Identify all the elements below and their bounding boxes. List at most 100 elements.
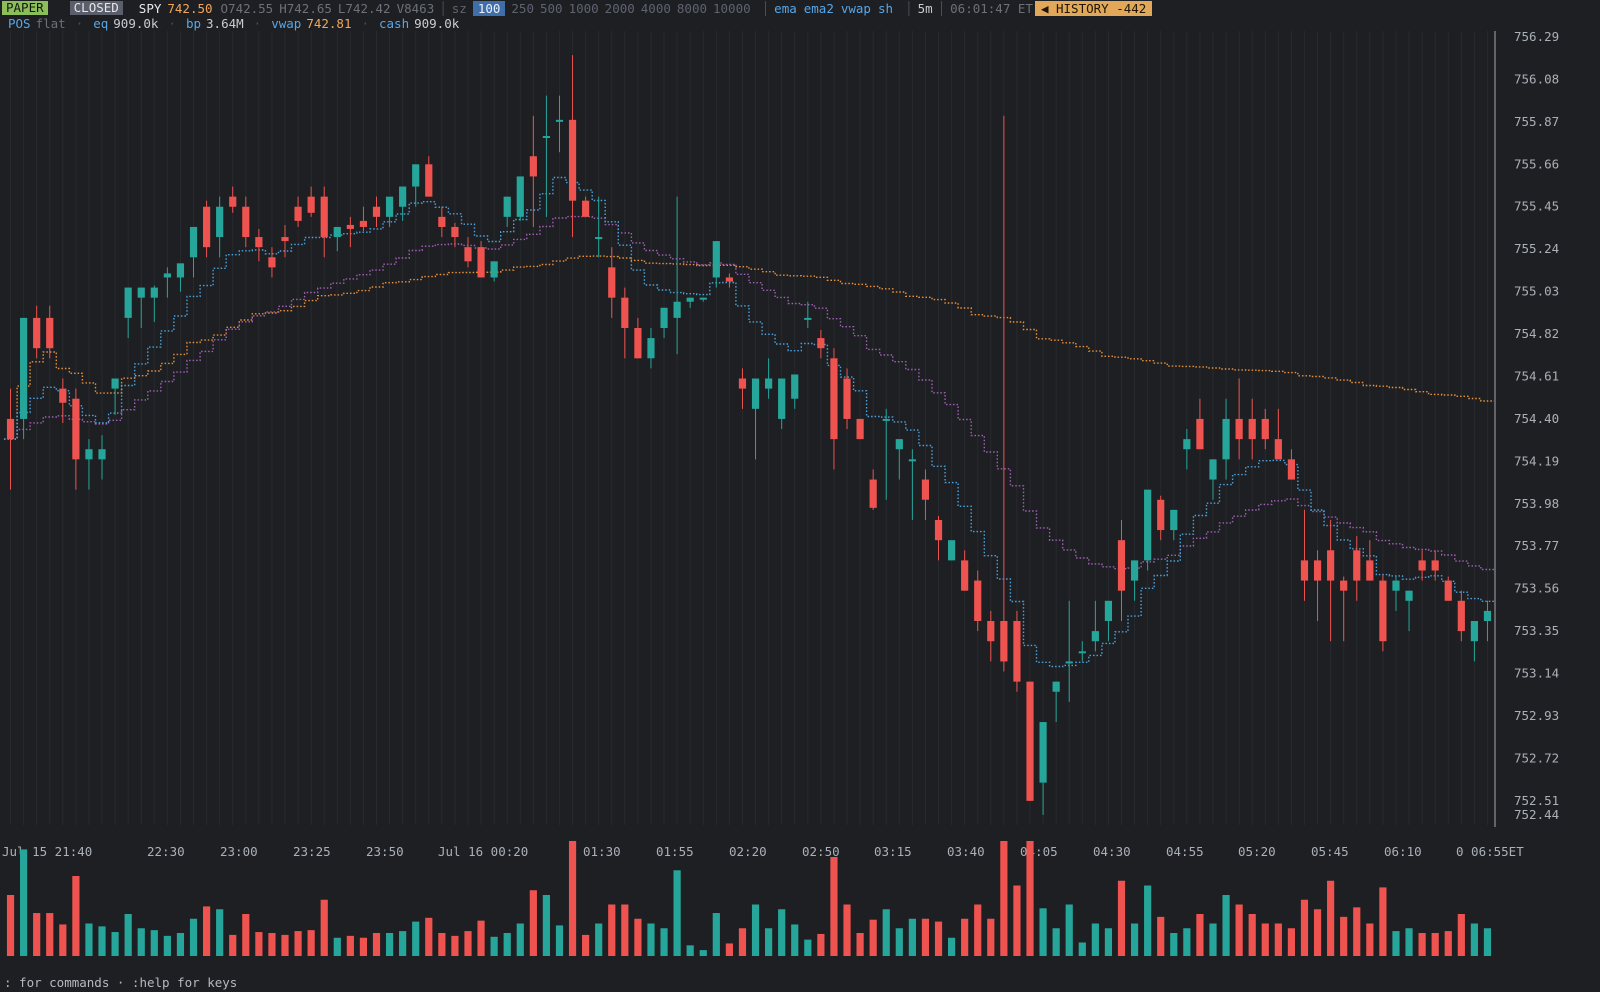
candle[interactable] — [1366, 540, 1374, 581]
timeframe-selector[interactable]: 5m — [918, 1, 933, 16]
candle[interactable] — [974, 570, 982, 632]
candle[interactable] — [738, 368, 747, 409]
candle[interactable] — [346, 216, 354, 248]
candle[interactable] — [1274, 408, 1282, 460]
candle[interactable] — [1483, 600, 1492, 642]
candle[interactable] — [1078, 641, 1086, 662]
candle[interactable] — [804, 301, 812, 328]
candle[interactable] — [516, 176, 524, 221]
candle[interactable] — [1470, 621, 1478, 662]
candle[interactable] — [425, 156, 433, 197]
candle[interactable] — [869, 469, 877, 510]
candle[interactable] — [72, 388, 80, 490]
candle[interactable] — [1235, 378, 1243, 460]
candle[interactable] — [712, 241, 720, 288]
candle[interactable] — [255, 228, 263, 262]
candle[interactable] — [934, 515, 943, 561]
indicator-toggle-sh[interactable]: sh — [878, 1, 893, 16]
candle[interactable] — [1000, 115, 1008, 672]
candle[interactable] — [1091, 600, 1099, 652]
candle[interactable] — [673, 196, 681, 355]
candle[interactable] — [725, 273, 733, 288]
candle[interactable] — [660, 307, 668, 339]
size-option-10000[interactable]: 10000 — [713, 1, 751, 16]
candle[interactable] — [6, 388, 15, 490]
candle[interactable] — [1444, 576, 1452, 601]
candle[interactable] — [163, 267, 171, 298]
price-chart[interactable]: 756.29 756.08 755.87 755.66 755.45 755.24 755.… — [0, 31, 1600, 975]
size-option-250[interactable]: 250 — [511, 1, 534, 16]
candle[interactable] — [333, 226, 341, 252]
candle[interactable] — [359, 206, 368, 231]
candle[interactable] — [1026, 681, 1034, 801]
candle[interactable] — [1039, 722, 1047, 815]
candle[interactable] — [399, 186, 407, 221]
candle[interactable] — [1052, 681, 1060, 723]
candle[interactable] — [1353, 536, 1361, 601]
candle[interactable] — [921, 469, 930, 520]
candle[interactable] — [608, 247, 616, 318]
candle[interactable] — [464, 237, 472, 268]
candle[interactable] — [451, 222, 459, 248]
candle[interactable] — [568, 55, 577, 238]
candle[interactable] — [1248, 398, 1256, 460]
candle[interactable] — [1300, 509, 1309, 601]
candle[interactable] — [150, 285, 158, 322]
history-badge[interactable]: ◀ HISTORY -442 — [1034, 0, 1153, 16]
candle[interactable] — [242, 196, 250, 248]
candle[interactable] — [294, 196, 302, 227]
indicator-toggle-ema[interactable]: ema — [774, 1, 797, 16]
candle[interactable] — [699, 297, 707, 302]
size-option-500[interactable]: 500 — [540, 1, 563, 16]
size-option-2000[interactable]: 2000 — [605, 1, 635, 16]
candle[interactable] — [1170, 509, 1178, 541]
candle[interactable] — [1392, 576, 1400, 611]
candle[interactable] — [1065, 600, 1073, 702]
candle[interactable] — [1013, 610, 1021, 692]
candle[interactable] — [477, 241, 485, 278]
candle[interactable] — [98, 435, 106, 480]
candle[interactable] — [634, 317, 642, 359]
symbol[interactable]: SPY — [139, 1, 162, 16]
candle[interactable] — [124, 287, 132, 339]
candle[interactable] — [229, 186, 237, 213]
candle[interactable] — [595, 196, 603, 258]
candle[interactable] — [1418, 550, 1426, 581]
candle[interactable] — [961, 550, 969, 591]
candle[interactable] — [85, 439, 93, 490]
candle[interactable] — [307, 186, 315, 217]
candle[interactable] — [46, 305, 54, 359]
candle[interactable] — [830, 348, 838, 470]
indicator-toggle-vwap[interactable]: vwap — [841, 1, 871, 16]
indicator-toggle-ema2[interactable]: ema2 — [804, 1, 834, 16]
candle[interactable] — [189, 226, 198, 278]
candle[interactable] — [1405, 590, 1413, 632]
size-option-4000[interactable]: 4000 — [641, 1, 671, 16]
candle[interactable] — [372, 196, 381, 227]
candle[interactable] — [1183, 429, 1191, 470]
candle[interactable] — [503, 196, 511, 227]
candle[interactable] — [555, 95, 564, 153]
candle[interactable] — [490, 261, 498, 282]
candle[interactable] — [582, 196, 590, 217]
candle[interactable] — [778, 378, 786, 430]
candle[interactable] — [1261, 408, 1269, 450]
paper-mode-badge[interactable]: PAPER — [2, 1, 48, 15]
candle[interactable] — [1222, 398, 1230, 480]
candle[interactable] — [216, 196, 224, 258]
candle[interactable] — [268, 247, 276, 278]
candle[interactable] — [987, 610, 995, 662]
candle[interactable] — [751, 378, 760, 460]
candle[interactable] — [438, 206, 446, 238]
candle[interactable] — [1104, 600, 1113, 642]
candle[interactable] — [1144, 489, 1152, 571]
candle[interactable] — [882, 408, 890, 500]
candle[interactable] — [320, 186, 328, 258]
candle[interactable] — [33, 305, 41, 359]
candle[interactable] — [1209, 459, 1217, 500]
candle[interactable] — [111, 378, 119, 415]
candle[interactable] — [765, 358, 773, 399]
candle[interactable] — [1287, 449, 1296, 480]
candle[interactable] — [20, 317, 28, 440]
candle[interactable] — [791, 374, 799, 409]
